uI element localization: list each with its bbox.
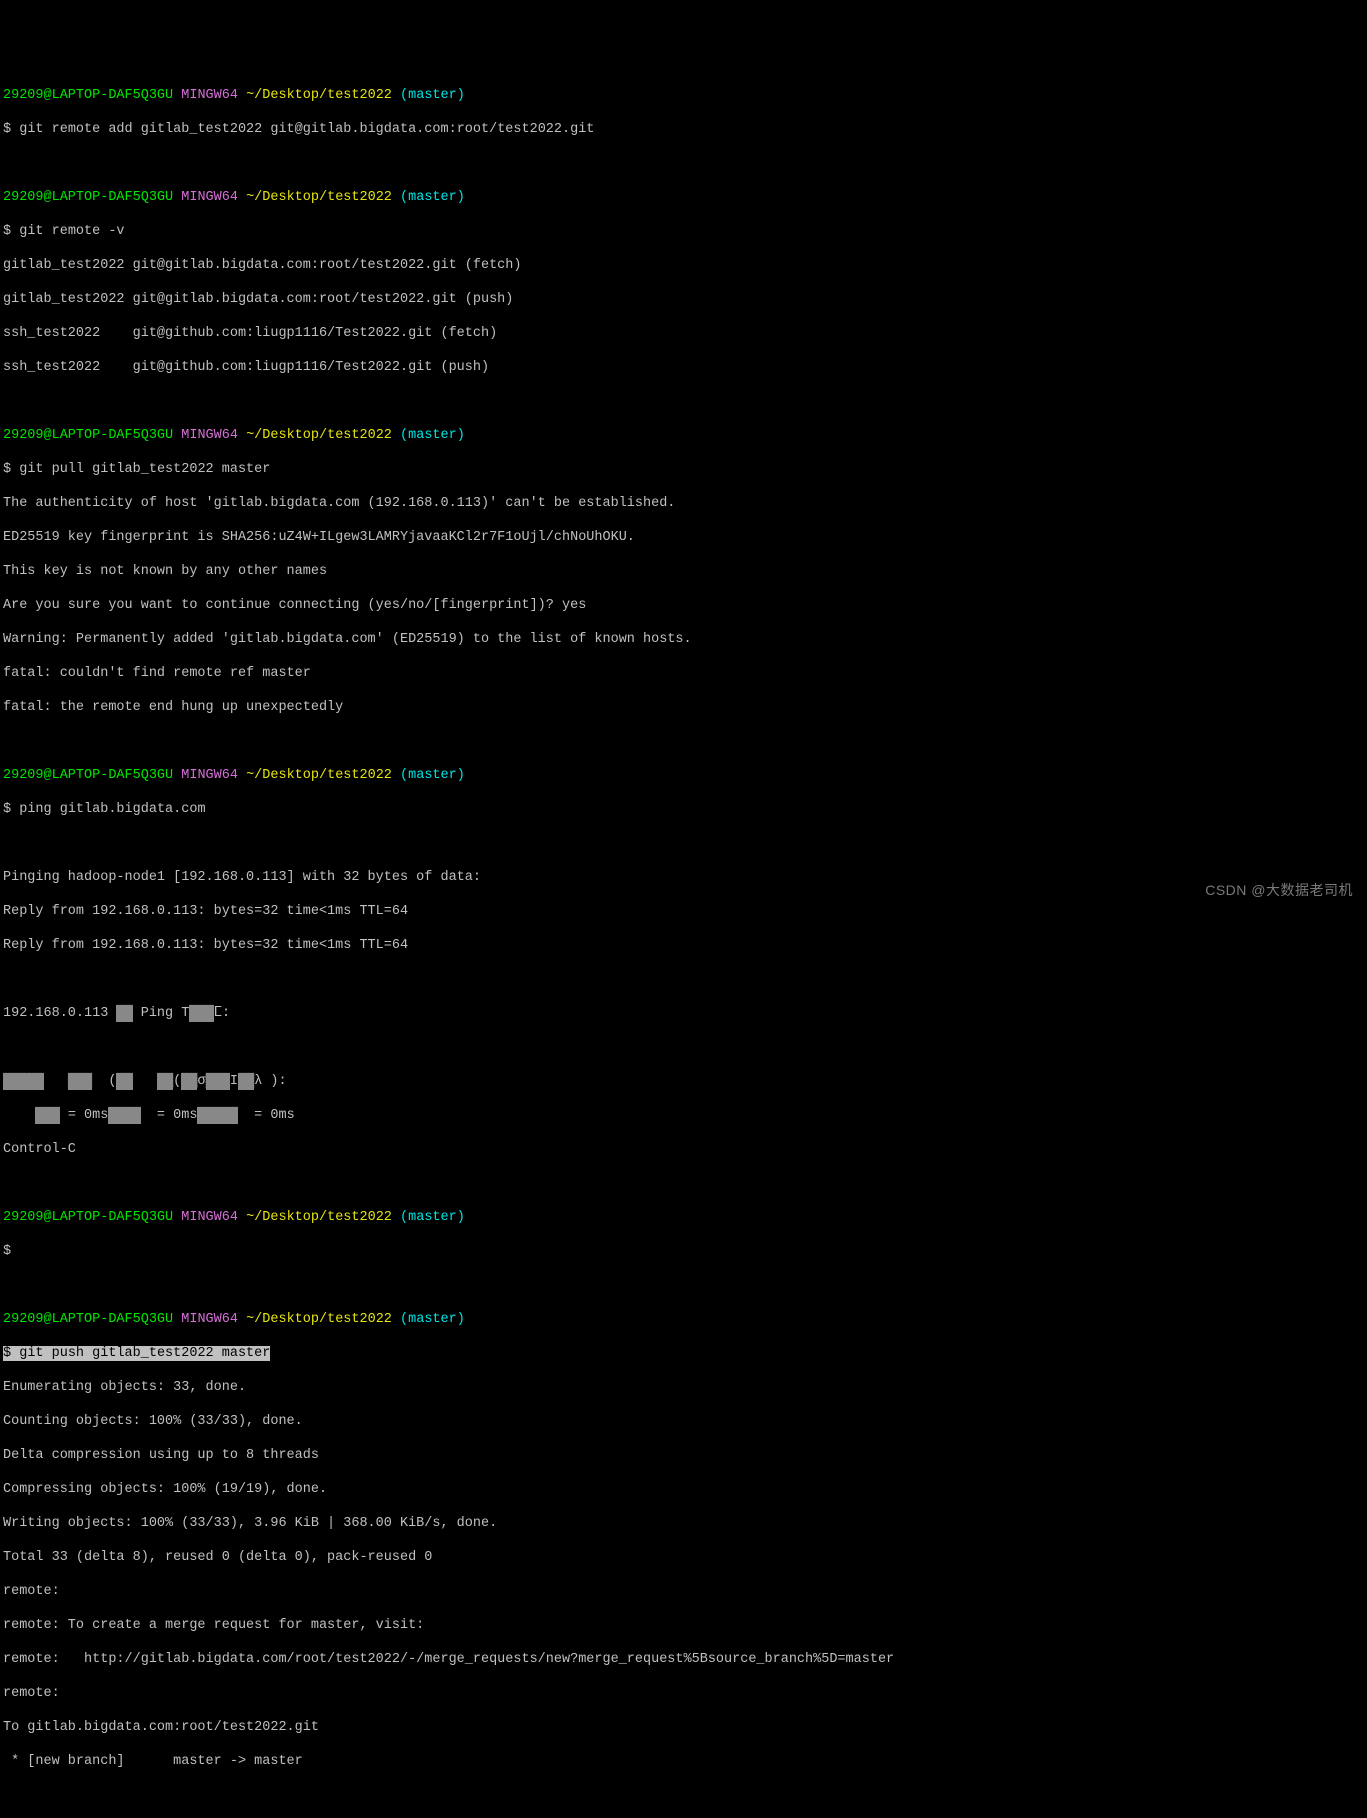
prompt-user-host: 29209@LAPTOP-DAF5Q3GU bbox=[3, 190, 173, 205]
output-line: gitlab_test2022 git@gitlab.bigdata.com:r… bbox=[3, 291, 1364, 308]
prompt-shell: MINGW64 bbox=[181, 88, 238, 103]
output-line: fatal: the remote end hung up unexpected… bbox=[3, 699, 1364, 716]
paren: ( bbox=[173, 1074, 181, 1089]
i: I bbox=[230, 1074, 238, 1089]
output-line: Are you sure you want to continue connec… bbox=[3, 597, 1364, 614]
prompt-user-host: 29209@LAPTOP-DAF5Q3GU bbox=[3, 1312, 173, 1327]
ping-ms: = 0ms bbox=[238, 1108, 295, 1123]
cmd-git-remote-v: git remote -v bbox=[19, 224, 124, 239]
garbled-text: ▓▓▓ bbox=[197, 1107, 221, 1124]
output-line: remote: http://gitlab.bigdata.com/root/t… bbox=[3, 1651, 1364, 1668]
output-line: fatal: couldn't find remote ref master bbox=[3, 665, 1364, 682]
colon: : bbox=[222, 1006, 230, 1021]
output-line: remote: bbox=[3, 1583, 1364, 1600]
garbled-text: ▓▓ bbox=[157, 1073, 173, 1090]
output-line: Delta compression using up to 8 threads bbox=[3, 1447, 1364, 1464]
prompt-branch: (master) bbox=[400, 88, 465, 103]
output-line: Compressing objects: 100% (19/19), done. bbox=[3, 1481, 1364, 1498]
prompt-shell: MINGW64 bbox=[181, 768, 238, 783]
blank-line bbox=[3, 835, 1364, 852]
output-line: Counting objects: 100% (33/33), done. bbox=[3, 1413, 1364, 1430]
prompt-shell: MINGW64 bbox=[181, 1210, 238, 1225]
output-line: ssh_test2022 git@github.com:liugp1116/Te… bbox=[3, 325, 1364, 342]
garbled-text: ▓▓ bbox=[181, 1073, 197, 1090]
sp bbox=[3, 1108, 35, 1123]
prompt-symbol: $ bbox=[3, 122, 11, 137]
terminal-output[interactable]: 29209@LAPTOP-DAF5Q3GU MINGW64 ~/Desktop/… bbox=[3, 70, 1364, 1818]
prompt-symbol: $ bbox=[3, 802, 11, 817]
output-line: To gitlab.bigdata.com:root/test2022.git bbox=[3, 1719, 1364, 1736]
cmd-git-push-highlight: git push gitlab_test2022 master bbox=[19, 1346, 270, 1361]
output-line: The authenticity of host 'gitlab.bigdata… bbox=[3, 495, 1364, 512]
output-line: Total 33 (delta 8), reused 0 (delta 0), … bbox=[3, 1549, 1364, 1566]
output-line: This key is not known by any other names bbox=[3, 563, 1364, 580]
garbled-text: ▓▓ bbox=[222, 1107, 238, 1124]
garbled-text: ▓▓ bbox=[238, 1073, 254, 1090]
garbled-text: ▓▓ bbox=[116, 1073, 132, 1090]
garbled-text: ▓▓ bbox=[116, 1005, 132, 1022]
cmd-git-pull: git pull gitlab_test2022 master bbox=[19, 462, 270, 477]
paren: ( bbox=[92, 1074, 116, 1089]
prompt-path: ~/Desktop/test2022 bbox=[246, 88, 392, 103]
output-line: ED25519 key fingerprint is SHA256:uZ4W+I… bbox=[3, 529, 1364, 546]
lambda: λ ): bbox=[254, 1074, 286, 1089]
prompt-branch: (master) bbox=[400, 768, 465, 783]
prompt-user-host: 29209@LAPTOP-DAF5Q3GU bbox=[3, 88, 173, 103]
prompt-branch: (master) bbox=[400, 1312, 465, 1327]
prompt-symbol-highlight: $ bbox=[3, 1346, 11, 1361]
prompt-branch: (master) bbox=[400, 428, 465, 443]
prompt-symbol: $ bbox=[3, 1244, 11, 1259]
output-line: remote: bbox=[3, 1685, 1364, 1702]
csdn-watermark: CSDN @大数据老司机 bbox=[1205, 882, 1353, 899]
prompt-path: ~/Desktop/test2022 bbox=[246, 1210, 392, 1225]
output-line: Pinging hadoop-node1 [192.168.0.113] wit… bbox=[3, 869, 1364, 886]
prompt-shell: MINGW64 bbox=[181, 190, 238, 205]
prompt-symbol: $ bbox=[3, 462, 11, 477]
output-line: Writing objects: 100% (33/33), 3.96 KiB … bbox=[3, 1515, 1364, 1532]
prompt-user-host: 29209@LAPTOP-DAF5Q3GU bbox=[3, 1210, 173, 1225]
sp bbox=[44, 1074, 68, 1089]
output-line: ssh_test2022 git@github.com:liugp1116/Te… bbox=[3, 359, 1364, 376]
ping-label: Ping T bbox=[133, 1006, 190, 1021]
prompt-branch: (master) bbox=[400, 190, 465, 205]
prompt-path: ~/Desktop/test2022 bbox=[246, 428, 392, 443]
garbled-text: ▓▓▓ bbox=[68, 1073, 92, 1090]
prompt-path: ~/Desktop/test2022 bbox=[246, 1312, 392, 1327]
sp bbox=[11, 1346, 19, 1361]
output-line: Enumerating objects: 33, done. bbox=[3, 1379, 1364, 1396]
garbled-text: ▓▓▓▓▓ bbox=[3, 1073, 44, 1090]
prompt-path: ~/Desktop/test2022 bbox=[246, 190, 392, 205]
prompt-user-host: 29209@LAPTOP-DAF5Q3GU bbox=[3, 428, 173, 443]
prompt-branch: (master) bbox=[400, 1210, 465, 1225]
prompt-path: ~/Desktop/test2022 bbox=[246, 768, 392, 783]
prompt-symbol: $ bbox=[3, 224, 11, 239]
ping-ms: = 0ms bbox=[141, 1108, 198, 1123]
ctrl-c: Control-C bbox=[3, 1141, 1364, 1158]
prompt-shell: MINGW64 bbox=[181, 428, 238, 443]
prompt-shell: MINGW64 bbox=[181, 1312, 238, 1327]
garbled-text: ▓▓▓ bbox=[206, 1073, 230, 1090]
output-line: remote: To create a merge request for ma… bbox=[3, 1617, 1364, 1634]
output-line: Reply from 192.168.0.113: bytes=32 time<… bbox=[3, 937, 1364, 954]
ping-ms: = 0ms bbox=[60, 1108, 109, 1123]
output-line: * [new branch] master -> master bbox=[3, 1753, 1364, 1770]
sp bbox=[133, 1074, 157, 1089]
prompt-user-host: 29209@LAPTOP-DAF5Q3GU bbox=[3, 768, 173, 783]
ping-stats-ip: 192.168.0.113 bbox=[3, 1006, 116, 1021]
output-line: gitlab_test2022 git@gitlab.bigdata.com:r… bbox=[3, 257, 1364, 274]
output-line: Reply from 192.168.0.113: bytes=32 time<… bbox=[3, 903, 1364, 920]
cmd-ping: ping gitlab.bigdata.com bbox=[19, 802, 205, 817]
garbled-text: ▓▓▓ bbox=[35, 1107, 59, 1124]
garbled-text: ▓▓▓▓ bbox=[108, 1107, 140, 1124]
garbled-text: ▓▓▓ bbox=[189, 1005, 213, 1022]
output-line: Warning: Permanently added 'gitlab.bigda… bbox=[3, 631, 1364, 648]
cmd-git-remote-add: git remote add gitlab_test2022 git@gitla… bbox=[19, 122, 594, 137]
sigma: σ bbox=[197, 1074, 205, 1089]
